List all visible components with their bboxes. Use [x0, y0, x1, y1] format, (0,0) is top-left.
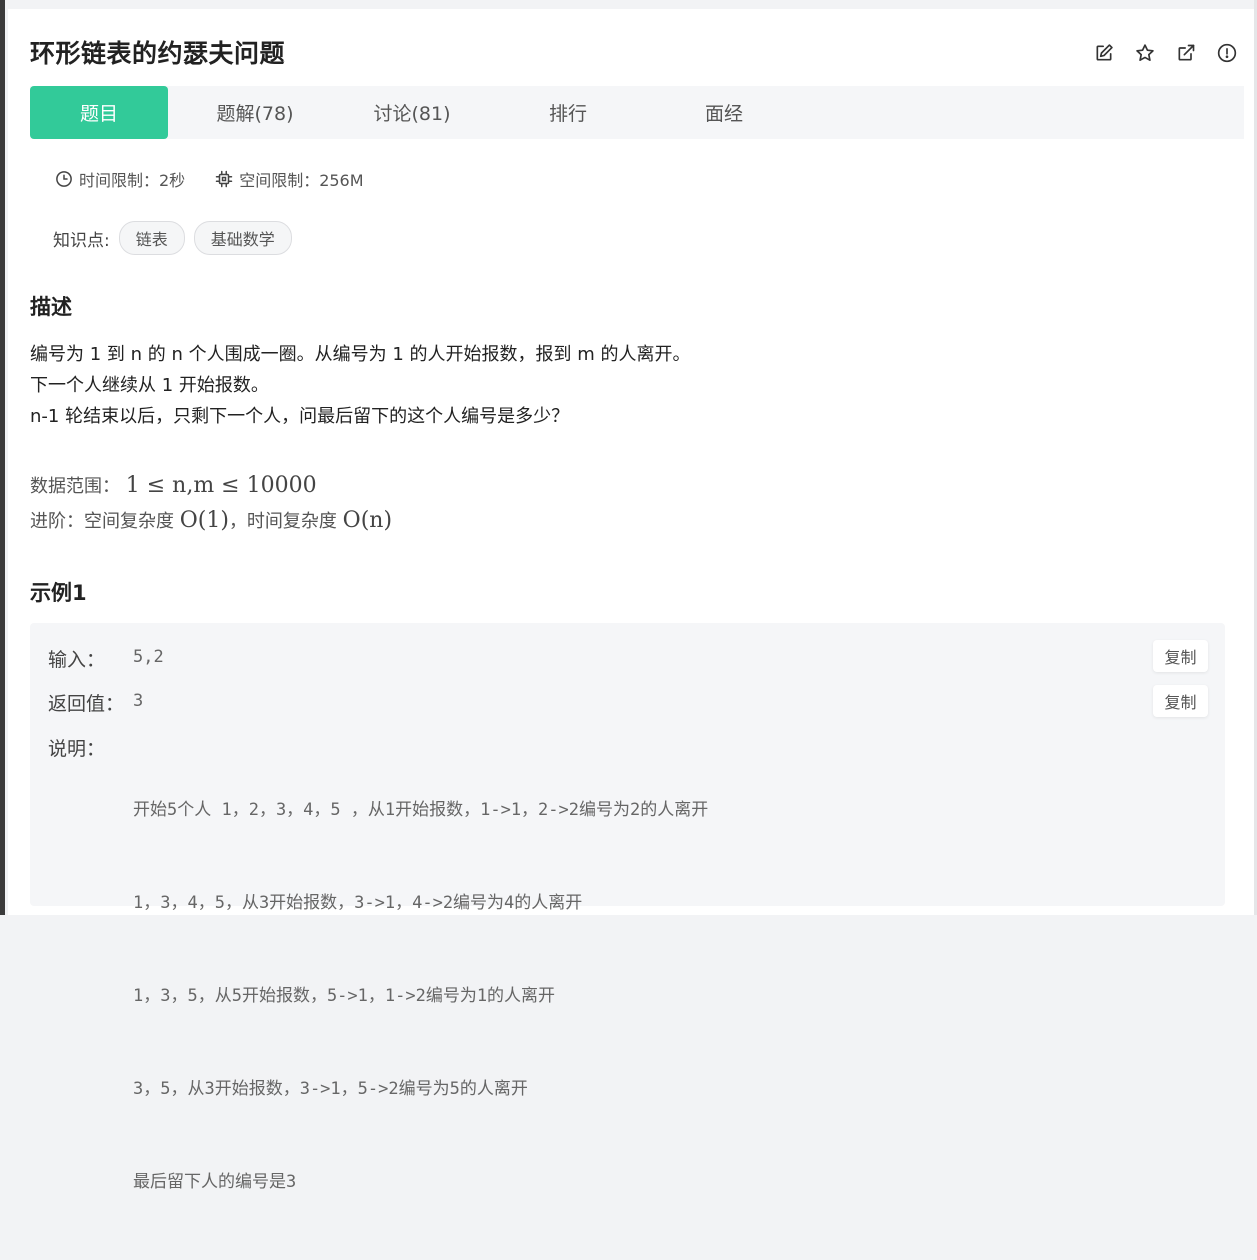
problem-title: 环形链表的约瑟夫问题: [30, 39, 286, 68]
example-input-row: 输入： 5,2: [48, 645, 164, 672]
info-icon[interactable]: [1216, 42, 1238, 64]
star-icon[interactable]: [1134, 42, 1156, 64]
advanced-mid: ，时间复杂度: [228, 511, 337, 532]
tag-basic-math[interactable]: 基础数学: [193, 221, 292, 255]
tab-ranking[interactable]: 排行: [482, 86, 654, 139]
description-line: 编号为 1 到 n 的 n 个人围成一圈。从编号为 1 的人开始报数，报到 m …: [30, 344, 691, 365]
limits-row: 时间限制：2秒 空间限制：256M: [55, 167, 364, 191]
return-value: 3: [133, 691, 144, 711]
example-return-row: 返回值： 3: [48, 689, 143, 716]
tab-solutions[interactable]: 题解(78): [168, 86, 342, 139]
description-heading: 描述: [30, 295, 72, 319]
advanced-requirement: 进阶：空间复杂度 O(1)，时间复杂度 O(n): [30, 504, 392, 539]
header-actions: [1093, 42, 1238, 64]
space-limit-text: 空间限制：256M: [239, 171, 364, 190]
tab-problem[interactable]: 题目: [30, 86, 168, 139]
explain-text: 开始5个人 1，2，3，4，5 ，从1开始报数，1->1，2->2编号为2的人离…: [133, 733, 708, 1260]
description-text: 编号为 1 到 n 的 n 个人围成一圈。从编号为 1 的人开始报数，报到 m …: [30, 339, 690, 432]
space-complexity: O(1): [179, 508, 229, 533]
input-value: 5,2: [133, 647, 164, 667]
tab-bar: 题目 题解(78) 讨论(81) 排行 面经: [30, 86, 1244, 139]
copy-input-button[interactable]: 复制: [1153, 640, 1208, 672]
input-label: 输入：: [48, 649, 106, 671]
edit-icon[interactable]: [1093, 42, 1115, 64]
space-limit: 空间限制：256M: [215, 167, 364, 191]
description-line: 下一个人继续从 1 开始报数。: [30, 375, 269, 396]
data-range: 数据范围： 1 ≤ n,m ≤ 10000: [30, 469, 392, 504]
tab-discussion[interactable]: 讨论(81): [342, 86, 482, 139]
knowledge-label: 知识点:: [53, 230, 110, 251]
explain-label: 说明：: [48, 738, 106, 760]
example-heading: 示例1: [30, 581, 87, 605]
problem-header: 环形链表的约瑟夫问题: [30, 34, 1238, 74]
explain-line: 3，5，从3开始报数，3->1，5->2编号为5的人离开: [133, 1079, 528, 1099]
explain-line: 1，3，5，从5开始报数，5->1，1->2编号为1的人离开: [133, 986, 556, 1006]
return-label: 返回值：: [48, 693, 125, 715]
time-limit-text: 时间限制：2秒: [79, 171, 186, 190]
range-label: 数据范围：: [30, 476, 120, 497]
time-limit: 时间限制：2秒: [55, 167, 185, 191]
example-explain-row: 说明：: [48, 734, 105, 761]
clock-icon: [56, 171, 72, 187]
explain-line: 开始5个人 1，2，3，4，5 ，从1开始报数，1->1，2->2编号为2的人离…: [133, 800, 709, 820]
example-box: 输入： 5,2 复制 返回值： 3 复制 说明： 开始5个人 1，2，3，4，5…: [30, 623, 1225, 1192]
knowledge-tags: 知识点: 链表 基础数学: [53, 221, 292, 255]
window-left-edge: [0, 0, 5, 915]
range-formula: 1 ≤ n,m ≤ 10000: [125, 473, 317, 498]
advanced-label: 进阶：空间复杂度: [30, 511, 174, 532]
description-line: n-1 轮结束以后，只剩下一个人，问最后留下的这个人编号是多少？: [30, 406, 570, 427]
external-link-icon[interactable]: [1175, 42, 1197, 64]
problem-card: 环形链表的约瑟夫问题 题目 题解(78) 讨论(81) 排行 面经 时间限制：2…: [8, 9, 1254, 1192]
copy-return-button[interactable]: 复制: [1153, 685, 1208, 717]
explain-line: 最后留下人的编号是3: [133, 1172, 297, 1192]
chip-icon: [215, 170, 233, 188]
time-complexity: O(n): [342, 508, 393, 533]
tab-interview[interactable]: 面经: [654, 86, 794, 139]
constraints: 数据范围： 1 ≤ n,m ≤ 10000 进阶：空间复杂度 O(1)，时间复杂…: [30, 469, 392, 539]
tag-linked-list[interactable]: 链表: [118, 221, 185, 255]
explain-line: 1，3，4，5，从3开始报数，3->1，4->2编号为4的人离开: [133, 893, 583, 913]
